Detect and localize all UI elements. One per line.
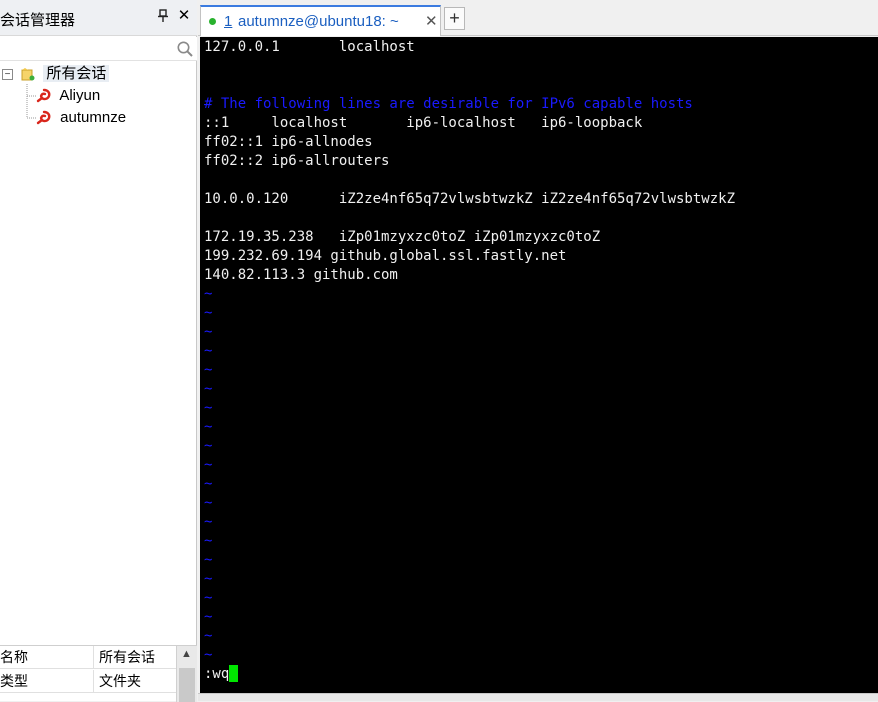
- folder-icon: [21, 67, 35, 81]
- property-value: 文件夹: [99, 673, 141, 689]
- session-search: [0, 37, 197, 61]
- terminal-line: 10.0.0.120 iZ2ze4nf65q72vlwsbtwzkZ iZ2ze…: [204, 191, 736, 207]
- vim-empty-line-marker: ~: [204, 647, 213, 663]
- tree-item-session[interactable]: autumnze: [36, 108, 126, 128]
- terminal-line: 172.19.35.238 iZp01mzyxzc0toZ iZp01mzyxz…: [204, 229, 601, 245]
- terminal-line: 127.0.0.1 localhost: [204, 39, 415, 55]
- scroll-up-icon[interactable]: ▲: [181, 648, 192, 660]
- terminal-line: 140.82.113.3 github.com: [204, 267, 398, 283]
- close-icon[interactable]: ✕: [177, 8, 191, 24]
- vim-empty-line-marker: ~: [204, 324, 213, 340]
- vim-empty-line-marker: ~: [204, 419, 213, 435]
- session-manager-panel: 会话管理器 ✕ − 所有会话 Aliyun autumnze 名称 所有会话 类…: [0, 0, 197, 702]
- vim-empty-line-marker: ~: [204, 343, 213, 359]
- session-manager-header: 会话管理器 ✕: [0, 0, 197, 36]
- vim-empty-line-marker: ~: [204, 305, 213, 321]
- session-manager-title: 会话管理器: [0, 12, 76, 29]
- collapse-icon[interactable]: −: [2, 68, 13, 80]
- pin-icon[interactable]: [156, 9, 170, 25]
- vim-empty-line-marker: ~: [204, 362, 213, 378]
- tab-close-icon[interactable]: ✕: [425, 12, 439, 30]
- vim-empty-line-marker: ~: [204, 609, 213, 625]
- terminal-cursor: [229, 664, 239, 682]
- vim-empty-line-marker: ~: [204, 628, 213, 644]
- vim-empty-line-marker: ~: [204, 533, 213, 549]
- terminal-screen[interactable]: 127.0.0.1 localhost # The following lines…: [200, 37, 878, 693]
- vim-empty-line-marker: ~: [204, 514, 213, 530]
- vim-empty-line-marker: ~: [204, 381, 213, 397]
- property-key: 名称: [0, 646, 94, 669]
- property-key: 类型: [0, 670, 94, 693]
- vim-empty-line-marker: ~: [204, 571, 213, 587]
- session-tree: − 所有会话 Aliyun autumnze: [0, 62, 197, 642]
- session-icon: [36, 88, 52, 104]
- property-row: 类型 文件夹: [0, 670, 176, 693]
- vim-empty-line-marker: ~: [204, 286, 213, 302]
- vim-empty-line-marker: ~: [204, 400, 213, 416]
- connection-status-icon: [209, 18, 216, 25]
- properties-scrollbar[interactable]: ▲: [176, 646, 197, 702]
- vim-empty-line-marker: ~: [204, 457, 213, 473]
- vim-command-line[interactable]: :wq: [204, 664, 239, 684]
- new-tab-button[interactable]: +: [444, 7, 465, 30]
- tree-item-label: Aliyun: [59, 87, 101, 104]
- terminal-line: ::1 localhost ip6-localhost ip6-loopback: [204, 115, 643, 131]
- session-icon: [36, 110, 52, 126]
- search-icon[interactable]: [176, 40, 194, 58]
- tab-session-active[interactable]: 1 autumnze@ubuntu18: ~ ✕: [200, 5, 441, 36]
- tree-item-all-sessions[interactable]: − 所有会话: [2, 64, 110, 84]
- terminal-line: ff02::1 ip6-allnodes: [204, 134, 373, 150]
- tree-item-session[interactable]: Aliyun: [36, 86, 100, 106]
- vim-empty-line-marker: ~: [204, 438, 213, 454]
- vim-empty-line-marker: ~: [204, 552, 213, 568]
- terminal-line: 199.232.69.194 github.global.ssl.fastly.…: [204, 248, 567, 264]
- property-value: 所有会话: [99, 649, 155, 665]
- scrollbar-thumb[interactable]: [179, 668, 195, 702]
- vim-command-text: :wq: [204, 666, 230, 682]
- tab-number: 1: [224, 13, 233, 30]
- vim-empty-line-marker: ~: [204, 476, 213, 492]
- property-row: 名称 所有会话: [0, 646, 176, 669]
- terminal-line: ff02::2 ip6-allrouters: [204, 153, 390, 169]
- properties-grid: 名称 所有会话 类型 文件夹 ▲: [0, 645, 197, 702]
- tab-title: autumnze@ubuntu18: ~: [238, 13, 399, 30]
- tab-bar: 1 autumnze@ubuntu18: ~ ✕ +: [198, 0, 878, 36]
- tree-item-label: 所有会话: [43, 65, 110, 82]
- search-input[interactable]: [2, 39, 172, 59]
- terminal-comment-line: # The following lines are desirable for …: [204, 96, 693, 112]
- vim-empty-line-marker: ~: [204, 495, 213, 511]
- terminal-bottom-edge: [198, 693, 878, 701]
- vim-empty-line-marker: ~: [204, 590, 213, 606]
- tree-item-label: autumnze: [60, 109, 127, 126]
